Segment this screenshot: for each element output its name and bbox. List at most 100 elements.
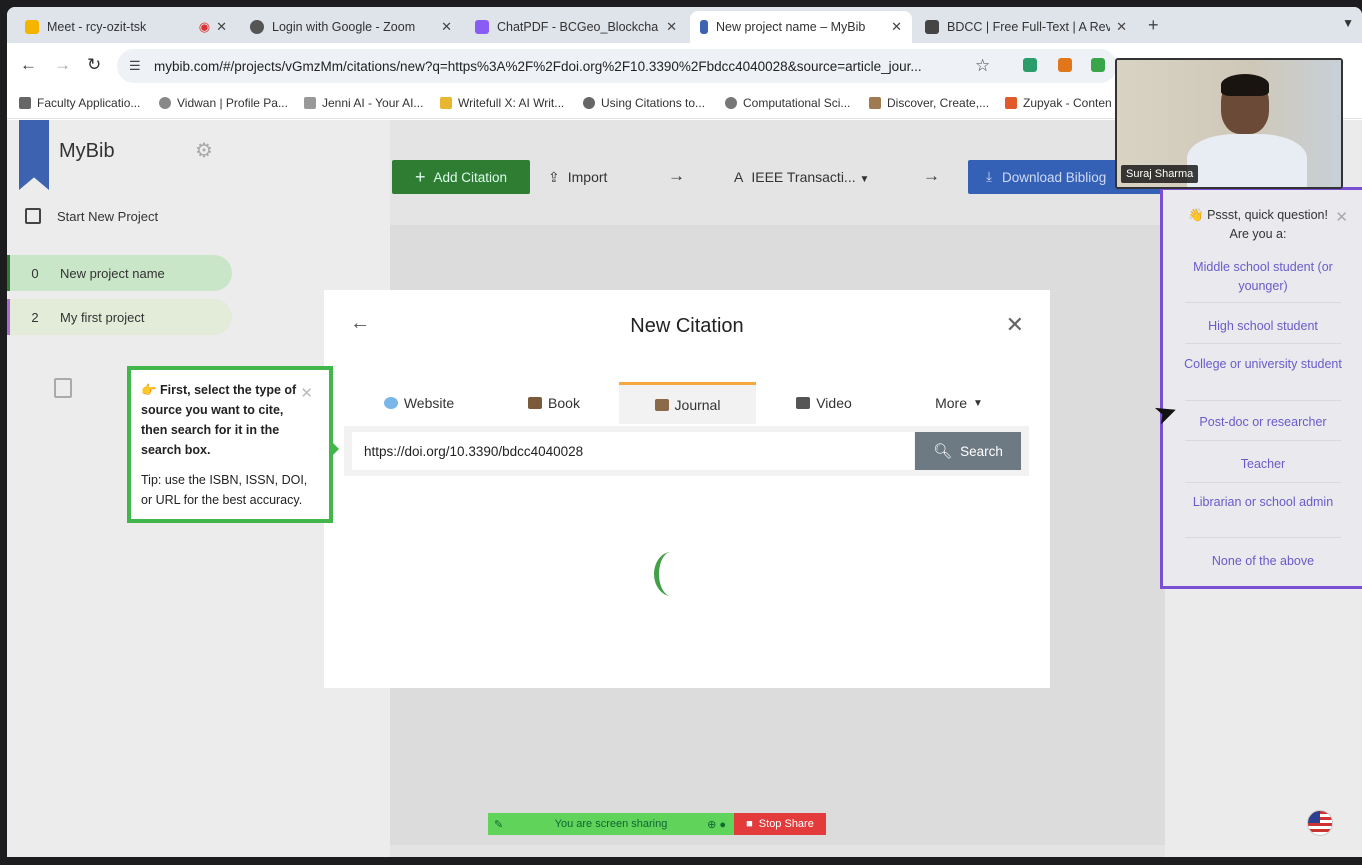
- tab-zoom[interactable]: Login with Google - Zoom ✕: [240, 11, 462, 43]
- tab-label: Video: [816, 395, 852, 411]
- project-name: New project name: [60, 265, 165, 281]
- survey-option[interactable]: High school student: [1183, 317, 1343, 336]
- tab-mybib[interactable]: New project name – MyBib ✕: [690, 11, 912, 43]
- folder-icon: [19, 97, 31, 109]
- tooltip-text: 👉 First, select the type of source you w…: [141, 380, 301, 460]
- tab-website[interactable]: Website: [354, 382, 484, 424]
- bookmark-label: Discover, Create,...: [887, 96, 990, 110]
- divider: [1185, 440, 1341, 441]
- tab-journal[interactable]: Journal: [619, 382, 756, 424]
- extension-icon[interactable]: [1091, 58, 1105, 72]
- participant-video[interactable]: Suraj Sharma: [1115, 58, 1343, 189]
- tab-label: More: [935, 395, 967, 411]
- back-icon[interactable]: ←: [20, 55, 37, 75]
- close-tab-icon[interactable]: ✕: [891, 19, 902, 35]
- survey-question-text: Pssst, quick question! Are you a:: [1207, 208, 1328, 241]
- url-text: mybib.com/#/projects/vGmzMm/citations/ne…: [154, 59, 922, 74]
- survey-option[interactable]: Post-doc or researcher: [1183, 413, 1343, 432]
- start-new-project-button[interactable]: Start New Project: [25, 208, 158, 224]
- bookmark-item[interactable]: Jenni AI - Your AI...: [304, 96, 423, 110]
- tab-bdcc[interactable]: BDCC | Free Full-Text | A Rev ✕: [915, 11, 1137, 43]
- survey-option[interactable]: None of the above: [1183, 552, 1343, 571]
- bookmark-item[interactable]: Faculty Applicatio...: [19, 96, 140, 110]
- close-tab-icon[interactable]: ✕: [216, 19, 227, 35]
- pin-icon: ✎: [494, 818, 504, 831]
- bookmark-label: Faculty Applicatio...: [37, 96, 141, 110]
- project-item-first[interactable]: 2 My first project: [7, 299, 232, 335]
- tab-meet[interactable]: Meet - rcy-ozit-tsk ◉ ✕: [15, 11, 237, 43]
- close-icon[interactable]: ✕: [1335, 208, 1348, 226]
- bookmark-item[interactable]: Zupyak - Conten: [1005, 96, 1112, 110]
- metamask-icon[interactable]: [1058, 58, 1072, 72]
- bookmark-item[interactable]: Writefull X: AI Writ...: [440, 96, 564, 110]
- close-icon[interactable]: ✕: [300, 384, 313, 404]
- tab-more[interactable]: More ▼: [894, 382, 1024, 424]
- extension-icon[interactable]: [1023, 58, 1037, 72]
- person-body: [1187, 134, 1307, 187]
- survey-option[interactable]: Librarian or school admin: [1183, 493, 1343, 512]
- browser-window: Meet - rcy-ozit-tsk ◉ ✕ Login with Googl…: [7, 7, 1362, 857]
- bookmark-item[interactable]: Discover, Create,...: [869, 96, 989, 110]
- download-label: Download Bibliog: [1001, 169, 1107, 185]
- location-icon: [159, 97, 171, 109]
- journal-icon: [654, 398, 669, 411]
- writefull-icon: [440, 97, 452, 109]
- add-citation-button[interactable]: + Add Citation: [392, 160, 530, 194]
- add-citation-label: Add Citation: [433, 169, 508, 185]
- survey-option[interactable]: Middle school student (or younger): [1183, 258, 1343, 296]
- site-settings-icon[interactable]: ☰: [129, 58, 141, 74]
- bookmark-item[interactable]: Vidwan | Profile Pa...: [159, 96, 288, 110]
- tab-title: ChatPDF - BCGeo_Blockcha: [497, 20, 659, 34]
- new-citation-modal: ← New Citation ✕ Website Book Journal Vi…: [324, 290, 1050, 688]
- survey-question: 👋 Pssst, quick question! Are you a:: [1183, 206, 1333, 244]
- loading-spinner: [654, 552, 688, 596]
- project-name: My first project: [60, 309, 145, 325]
- globe-icon: [250, 20, 264, 34]
- sharing-status-label: You are screen sharing: [554, 818, 668, 830]
- app-logo: MyBib: [59, 140, 115, 162]
- search-button[interactable]: 🔍︎ Search: [915, 432, 1021, 470]
- mybib-icon: [700, 20, 708, 34]
- survey-option[interactable]: Teacher: [1183, 455, 1343, 474]
- close-tab-icon[interactable]: ✕: [441, 19, 452, 35]
- close-tab-icon[interactable]: ✕: [666, 19, 677, 35]
- bookmark-star-icon[interactable]: ☆: [975, 56, 990, 76]
- reload-icon[interactable]: ↻: [87, 55, 101, 75]
- tab-bar: Meet - rcy-ozit-tsk ◉ ✕ Login with Googl…: [7, 7, 1362, 43]
- citation-style-dropdown[interactable]: A IEEE Transacti... ▼: [734, 169, 869, 185]
- tab-book[interactable]: Book: [489, 382, 619, 424]
- tab-chatpdf[interactable]: ChatPDF - BCGeo_Blockcha ✕: [465, 11, 687, 43]
- search-icon: 🔍︎: [933, 443, 953, 460]
- tab-video[interactable]: Video: [759, 382, 889, 424]
- style-icon: A: [734, 169, 744, 185]
- tab-title: BDCC | Free Full-Text | A Rev: [947, 20, 1111, 34]
- close-icon[interactable]: ✕: [1006, 312, 1024, 338]
- bookmark-item[interactable]: Computational Sci...: [725, 96, 850, 110]
- stop-share-button[interactable]: ■ Stop Share: [734, 813, 826, 835]
- url-field[interactable]: ☰ mybib.com/#/projects/vGmzMm/citations/…: [117, 49, 1117, 83]
- gear-icon[interactable]: ⚙: [195, 138, 213, 163]
- pen-icon: [304, 97, 316, 109]
- import-button[interactable]: ⇪ Import: [548, 169, 607, 186]
- archive-icon[interactable]: [54, 378, 72, 398]
- tab-title: New project name – MyBib: [716, 20, 866, 34]
- bookmark-label: Zupyak - Conten: [1023, 96, 1112, 110]
- forward-icon[interactable]: →: [54, 55, 71, 75]
- search-input[interactable]: [352, 432, 914, 470]
- caret-down-icon: ▼: [973, 397, 983, 409]
- style-label: IEEE Transacti...: [751, 169, 856, 185]
- arrow-right-icon: →: [668, 166, 685, 185]
- close-tab-icon[interactable]: ✕: [1116, 19, 1127, 35]
- chevron-down-icon[interactable]: ▼: [1342, 16, 1354, 30]
- new-tab-button[interactable]: +: [1148, 15, 1159, 36]
- us-flag-icon[interactable]: [1307, 810, 1333, 836]
- tab-title: Login with Google - Zoom: [272, 20, 416, 34]
- stop-share-label: Stop Share: [758, 818, 814, 830]
- bookmark-item[interactable]: Using Citations to...: [583, 96, 705, 110]
- project-item-new[interactable]: 0 New project name: [7, 255, 232, 291]
- survey-option[interactable]: College or university student: [1183, 355, 1343, 374]
- screen-share-bar: ✎ You are screen sharing ⊕ ● ■ Stop Shar…: [488, 813, 826, 835]
- tooltip-arrow: [329, 439, 339, 459]
- mybib-logo-icon: [19, 120, 49, 190]
- chatpdf-icon: [475, 20, 489, 34]
